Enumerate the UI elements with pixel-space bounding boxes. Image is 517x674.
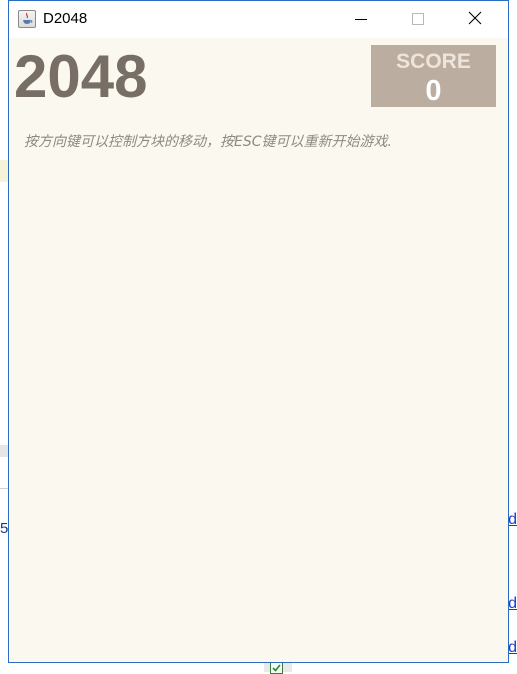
score-label: SCORE — [396, 50, 471, 73]
game-title: 2048 — [14, 43, 148, 110]
game-panel[interactable]: 2048 SCORE 0 按方向键可以控制方块的移动，按ESC键可以重新开始游戏… — [9, 38, 508, 662]
instructions-text: 按方向键可以控制方块的移动，按ESC键可以重新开始游戏. — [24, 134, 392, 150]
app-window: D2048 2048 SCORE 0 按方向键可以控制方块的移动，按ESC键可以… — [8, 0, 509, 663]
background-link[interactable]: d — [508, 511, 517, 529]
score-value: 0 — [425, 75, 442, 107]
score-box: SCORE 0 — [371, 45, 496, 107]
title-bar[interactable]: D2048 — [9, 1, 508, 38]
maximize-icon — [412, 10, 424, 29]
checkbox-icon[interactable] — [270, 662, 283, 674]
close-button[interactable] — [452, 1, 498, 38]
java-app-icon[interactable] — [18, 10, 36, 28]
minimize-button[interactable] — [338, 1, 384, 38]
minimize-icon — [355, 10, 367, 29]
background-link[interactable]: d — [508, 639, 517, 657]
background-link[interactable]: d — [508, 595, 517, 613]
maximize-button[interactable] — [395, 1, 441, 38]
window-title: D2048 — [43, 10, 88, 27]
close-icon — [468, 10, 482, 29]
